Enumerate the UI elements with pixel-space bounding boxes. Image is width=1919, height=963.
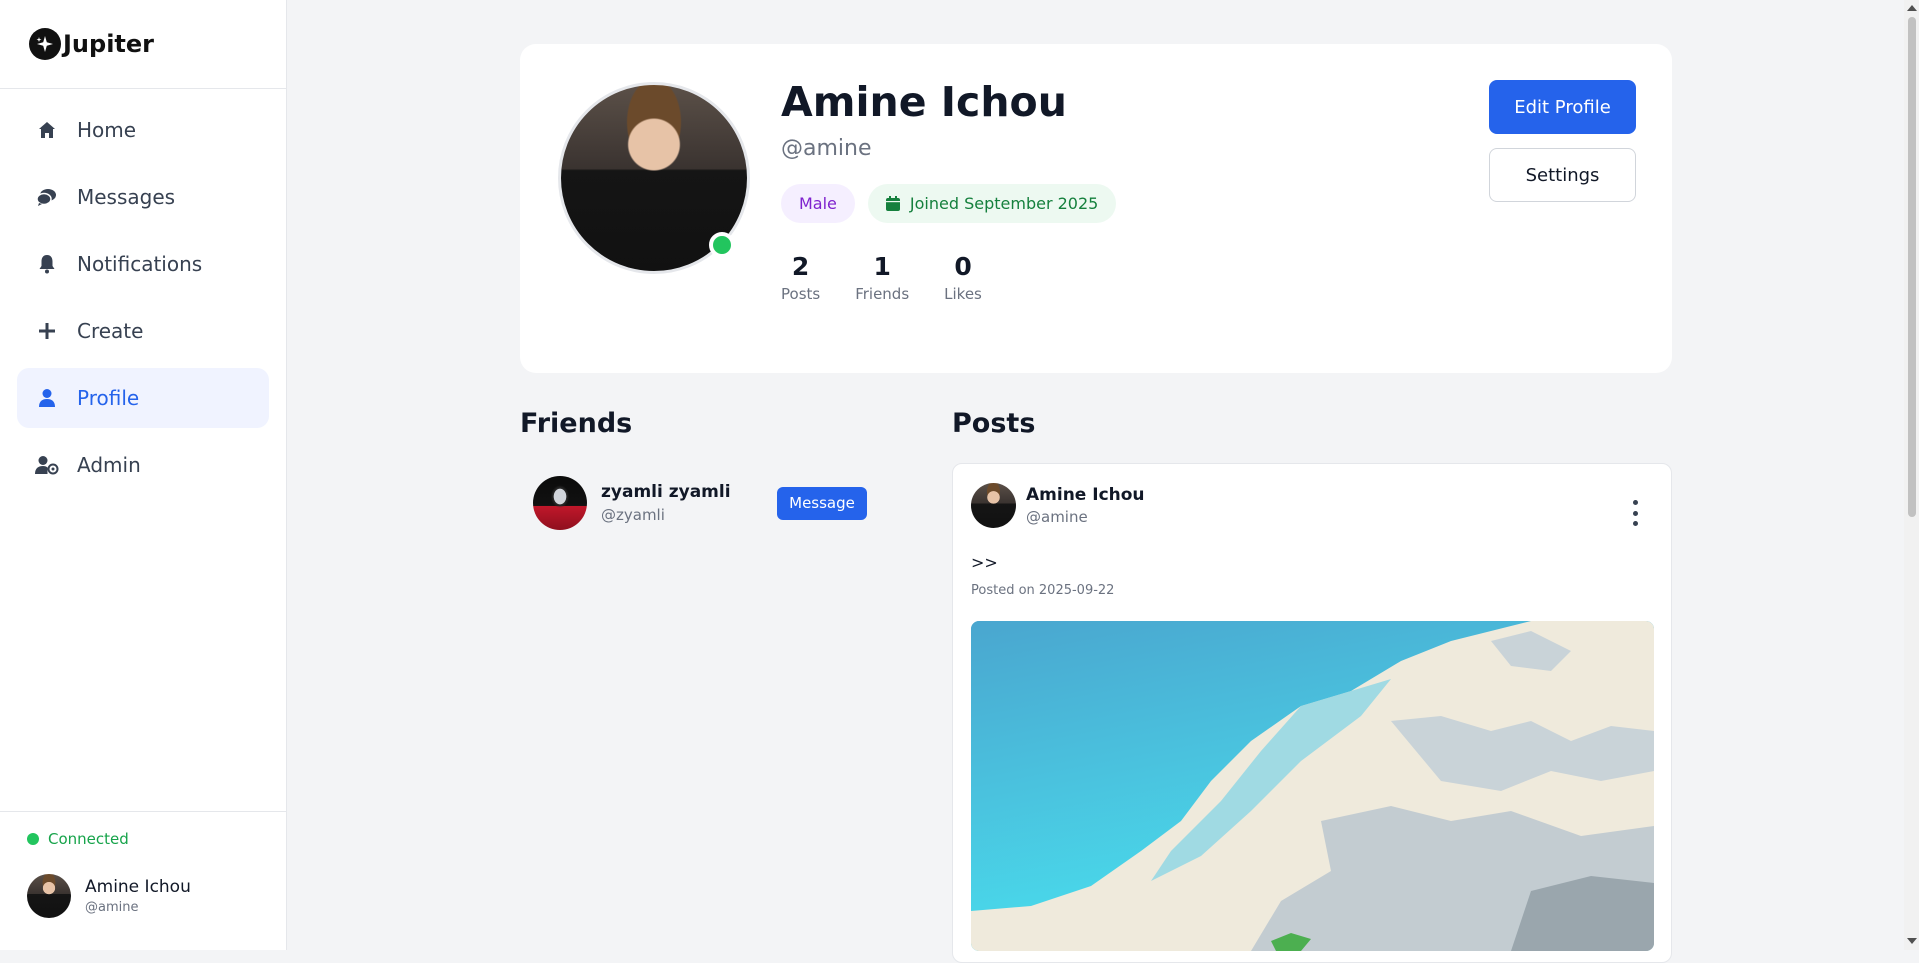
- profile-name: Amine Ichou: [781, 78, 1067, 126]
- message-button[interactable]: Message: [777, 486, 867, 520]
- admin-icon: [35, 453, 59, 477]
- stat-value: 0: [954, 252, 972, 281]
- scrollbar-thumb[interactable]: [1908, 17, 1916, 517]
- sidebar-footer: Connected Amine Ichou @amine: [0, 811, 286, 950]
- status-dot-icon: [27, 833, 39, 845]
- user-icon: [35, 386, 59, 410]
- post-card: Amine Ichou @amine >> Posted on 2025-09-…: [952, 463, 1672, 963]
- sidebar-item-label: Admin: [77, 453, 141, 477]
- avatar: [27, 874, 71, 918]
- gender-badge: Male: [781, 184, 855, 223]
- sidebar-item-notifications[interactable]: Notifications: [17, 234, 269, 294]
- main-nav: Home Messages Notifications Create Profi…: [0, 89, 286, 513]
- stat-friends[interactable]: 1 Friends: [855, 252, 909, 303]
- connection-status: Connected: [27, 830, 259, 848]
- stat-likes[interactable]: 0 Likes: [944, 252, 982, 303]
- sidebar-item-admin[interactable]: Admin: [17, 435, 269, 495]
- stat-label: Posts: [781, 285, 821, 303]
- avatar[interactable]: [971, 483, 1016, 528]
- joined-text: Joined September 2025: [909, 194, 1099, 213]
- home-icon: [35, 118, 59, 142]
- post-header: Amine Ichou @amine: [971, 483, 1145, 528]
- current-user[interactable]: Amine Ichou @amine: [27, 874, 259, 918]
- profile-stats: 2 Posts 1 Friends 0 Likes: [781, 252, 982, 303]
- friend-name: zyamli zyamli: [601, 482, 731, 502]
- page-scrollbar[interactable]: [1904, 0, 1919, 950]
- scroll-up-icon[interactable]: [1907, 5, 1917, 11]
- profile-card: Amine Ichou @amine Male Joined September…: [520, 44, 1672, 373]
- status-text: Connected: [48, 830, 129, 848]
- calendar-icon: [885, 196, 900, 211]
- profile-badges: Male Joined September 2025: [781, 184, 1117, 223]
- sidebar: Jupiter Home Messages Notifications Crea…: [0, 0, 287, 950]
- current-user-name: Amine Ichou: [85, 877, 191, 897]
- settings-button[interactable]: Settings: [1489, 148, 1636, 202]
- list-item[interactable]: zyamli zyamli @zyamli Message: [533, 475, 873, 531]
- sidebar-item-label: Profile: [77, 386, 140, 410]
- sidebar-item-label: Create: [77, 319, 144, 343]
- stat-value: 2: [791, 252, 810, 281]
- sidebar-item-label: Messages: [77, 185, 176, 209]
- current-user-handle: @amine: [85, 900, 139, 915]
- post-date: Posted on 2025-09-22: [971, 583, 1115, 598]
- sidebar-item-create[interactable]: Create: [17, 301, 269, 361]
- sidebar-item-messages[interactable]: Messages: [17, 167, 269, 227]
- sidebar-item-label: Notifications: [77, 252, 203, 276]
- stat-label: Likes: [944, 285, 982, 303]
- posts-title: Posts: [952, 408, 1036, 439]
- sidebar-item-profile[interactable]: Profile: [17, 368, 269, 428]
- stat-label: Friends: [855, 285, 910, 303]
- stat-value: 1: [873, 252, 891, 281]
- jupiter-logo-icon: [29, 28, 61, 60]
- post-author-handle: @amine: [1026, 508, 1088, 526]
- messages-icon: [35, 185, 59, 209]
- bell-icon: [35, 252, 59, 276]
- friend-handle: @zyamli: [601, 506, 665, 524]
- post-author-name[interactable]: Amine Ichou: [1026, 485, 1145, 505]
- stat-posts[interactable]: 2 Posts: [781, 252, 820, 303]
- friends-title: Friends: [520, 408, 633, 439]
- avatar: [533, 476, 587, 530]
- online-indicator: [709, 232, 735, 258]
- sidebar-item-label: Home: [77, 118, 137, 142]
- brand[interactable]: Jupiter: [0, 0, 286, 89]
- scroll-down-icon[interactable]: [1907, 938, 1917, 944]
- joined-badge: Joined September 2025: [867, 184, 1117, 223]
- app-name: Jupiter: [63, 30, 155, 58]
- profile-handle: @amine: [781, 136, 872, 161]
- edit-profile-button[interactable]: Edit Profile: [1489, 80, 1636, 134]
- sidebar-item-home[interactable]: Home: [17, 100, 269, 160]
- post-image[interactable]: [971, 621, 1654, 951]
- more-options-icon[interactable]: [1625, 500, 1645, 526]
- post-text: >>: [971, 553, 998, 572]
- plus-icon: [35, 319, 59, 343]
